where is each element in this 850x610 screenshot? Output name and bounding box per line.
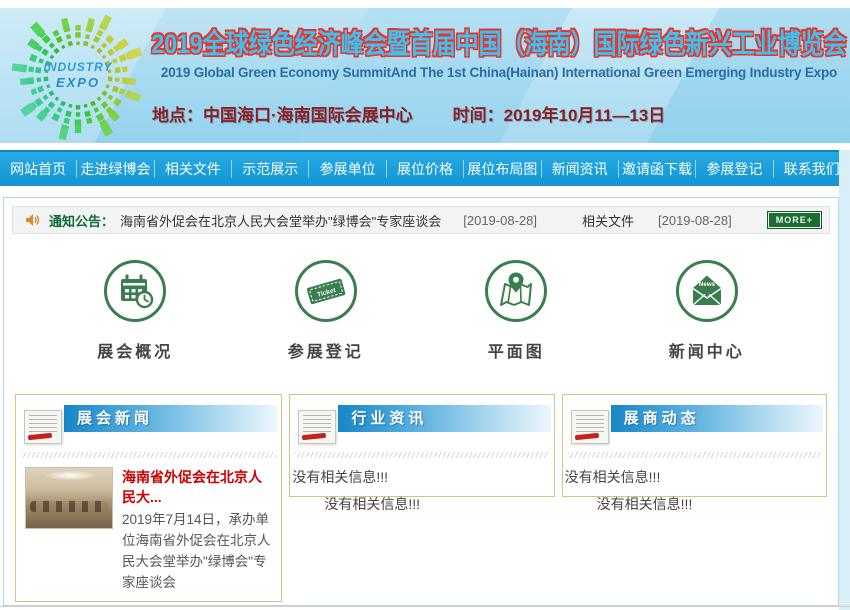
nav-item-register[interactable]: 参展登记 <box>696 159 772 179</box>
notice-label: 通知公告： <box>49 211 114 230</box>
page-subtitle: 2019 Global Green Economy SummitAnd The … <box>148 65 850 80</box>
nav-item-booth-layout[interactable]: 展位布局图 <box>464 159 540 179</box>
empty-message: 没有相关信息!!! <box>563 494 826 514</box>
nav-item-about[interactable]: 走进绿博会 <box>77 159 153 179</box>
panel-exhibition-news: 展会新闻 海南省外促会在北京人民大... 2019年7月14日，承办单位海南省外… <box>15 394 282 602</box>
quick-link-news-center[interactable]: News 新闻中心 <box>612 258 803 362</box>
empty-message: 没有相关信息!!! <box>563 467 826 487</box>
panel-title: 行业资讯 <box>338 405 550 432</box>
logo-text-line2: EXPO <box>8 75 148 90</box>
logo-text-line1: INDUSTRY <box>8 60 148 74</box>
panels-row: 展会新闻 海南省外促会在北京人民大... 2019年7月14日，承办单位海南省外… <box>12 394 830 602</box>
site-header: INDUSTRY EXPO 2019全球绿色经济峰会暨首届中国（海南）国际绿色新… <box>0 8 850 143</box>
hatch-divider <box>295 452 548 458</box>
content-container: 通知公告： 海南省外促会在北京人民大会堂举办"绿博会"专家座谈会 [2019-0… <box>3 197 839 606</box>
notice-news-link[interactable]: 海南省外促会在北京人民大会堂举办"绿博会"专家座谈会 <box>120 211 441 230</box>
panel-title: 展商动态 <box>611 405 823 432</box>
empty-message: 没有相关信息!!! <box>290 467 553 487</box>
notice-bar: 通知公告： 海南省外促会在北京人民大会堂举办"绿博会"专家座谈会 [2019-0… <box>12 206 830 234</box>
venue-label: 地点：中国海口·海南国际会展中心 <box>152 101 413 126</box>
hatch-divider <box>568 452 821 458</box>
panel-industry-info: 行业资讯 没有相关信息!!! 没有相关信息!!! <box>289 394 554 497</box>
quick-link-floorplan[interactable]: 平面图 <box>421 258 612 362</box>
nav-item-exhibitors[interactable]: 参展单位 <box>309 159 385 179</box>
page-title: 2019全球绿色经济峰会暨首届中国（海南）国际绿色新兴工业博览会 <box>148 21 850 61</box>
article-title-link[interactable]: 海南省外促会在北京人民大... <box>122 467 272 507</box>
news-article: 海南省外促会在北京人民大... 2019年7月14日，承办单位海南省外促会在北京… <box>16 458 281 593</box>
more-button[interactable]: MORE+ <box>768 212 821 228</box>
page-right-margin <box>839 150 850 610</box>
newspaper-icon <box>571 410 609 444</box>
quick-links-row: 展会概况 Ticket 参展登记 平面图 <box>12 258 830 362</box>
map-pin-icon <box>483 258 549 324</box>
industry-expo-logo: INDUSTRY EXPO <box>8 8 148 143</box>
newspaper-icon <box>298 410 336 444</box>
nav-item-demo[interactable]: 示范展示 <box>232 159 308 179</box>
nav-item-invitation[interactable]: 邀请函下载 <box>619 159 695 179</box>
notice-file-link[interactable]: 相关文件 <box>582 211 634 230</box>
article-summary: 2019年7月14日，承办单位海南省外促会在北京人民大会堂举办"绿博会"专家座谈… <box>122 509 272 593</box>
speaker-icon <box>25 213 41 227</box>
empty-message: 没有相关信息!!! <box>290 494 553 514</box>
quick-link-label: 展会概况 <box>97 338 173 362</box>
notice-file-date: [2019-08-28] <box>658 213 732 228</box>
news-text: News <box>699 281 716 288</box>
nav-item-home[interactable]: 网站首页 <box>0 159 76 179</box>
quick-link-label: 平面图 <box>488 338 545 362</box>
newspaper-icon <box>24 410 62 444</box>
panel-title: 展会新闻 <box>64 405 278 432</box>
page-bottom-border <box>0 606 850 607</box>
quick-link-label: 新闻中心 <box>669 338 745 362</box>
main-nav: 网站首页 走进绿博会 相关文件 示范展示 参展单位 展位价格 展位布局图 新闻资… <box>0 150 850 186</box>
calendar-clock-icon <box>102 258 168 324</box>
top-margin <box>0 0 850 8</box>
panel-exhibitor-news: 展商动态 没有相关信息!!! 没有相关信息!!! <box>562 394 827 497</box>
quick-link-register[interactable]: Ticket 参展登记 <box>231 258 422 362</box>
nav-item-documents[interactable]: 相关文件 <box>155 159 231 179</box>
news-envelope-icon: News <box>674 258 740 324</box>
ticket-icon: Ticket <box>293 258 359 324</box>
nav-item-news[interactable]: 新闻资讯 <box>542 159 618 179</box>
article-photo[interactable] <box>25 467 113 529</box>
notice-news-date: [2019-08-28] <box>463 213 537 228</box>
quick-link-overview[interactable]: 展会概况 <box>40 258 231 362</box>
date-label: 时间：2019年10月11—13日 <box>453 101 666 126</box>
nav-item-booth-price[interactable]: 展位价格 <box>387 159 463 179</box>
quick-link-label: 参展登记 <box>288 338 364 362</box>
